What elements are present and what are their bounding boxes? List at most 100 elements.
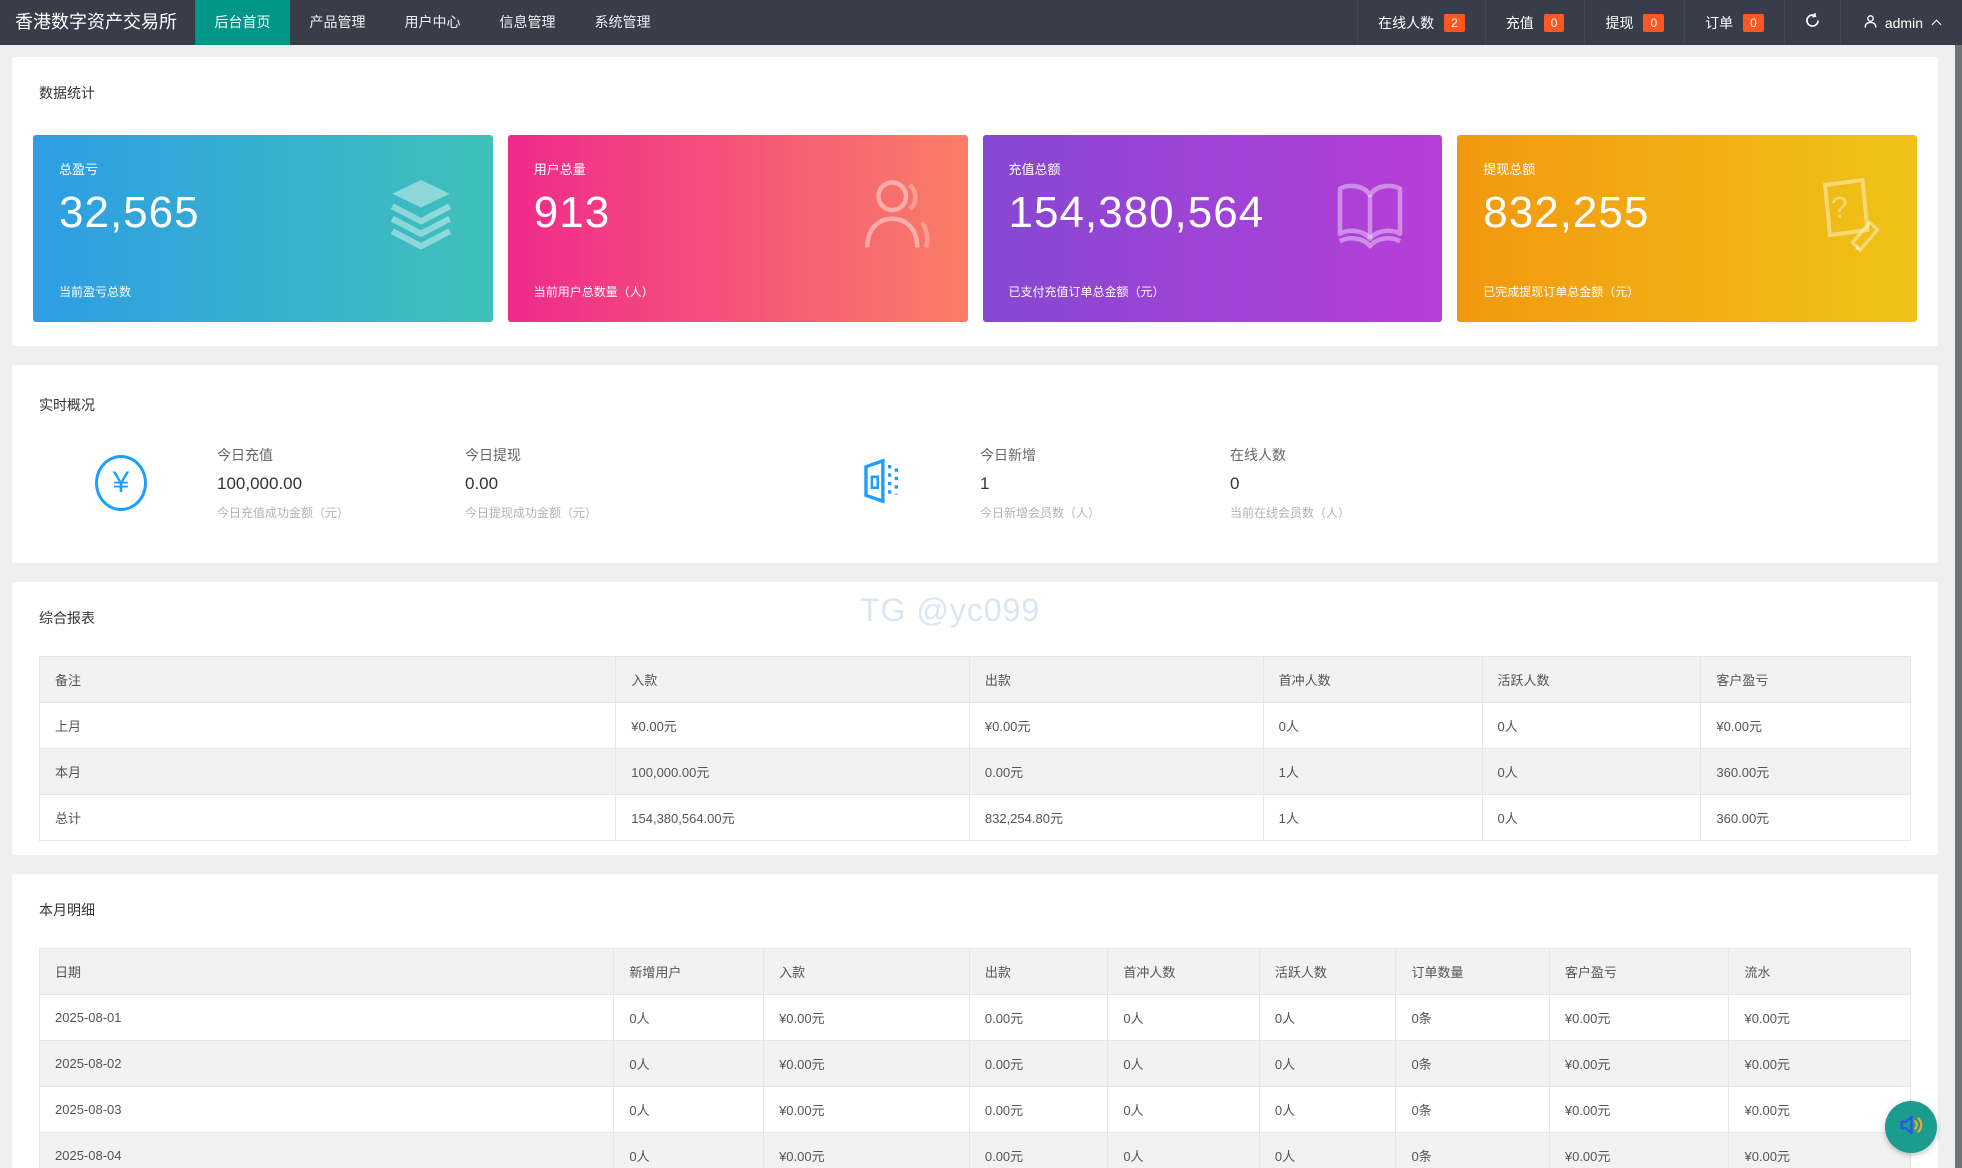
nav-item-4[interactable]: 信息管理 <box>480 0 575 45</box>
report-table-row: 本月 100,000.00元 0.00元 1人 0人 360.00元 <box>38 748 1911 795</box>
detail-column-header: 首冲人数 <box>1107 948 1260 995</box>
report-table-cell: 上月 <box>38 702 617 749</box>
nav-stat-label: 充值 <box>1505 14 1534 31</box>
report-table-row: 总计 154,380,564.00元 832,254.80元 1人 0人 360.00元 <box>38 794 1911 841</box>
detail-table-cell: 2025-08-02 <box>38 1040 615 1087</box>
stat-card-desc: 当前用户总数量（人） <box>533 285 654 299</box>
nav-stat-badge: 0 <box>1543 13 1565 32</box>
stat-card-desc: 已支付充值订单总金额（元） <box>1008 285 1165 299</box>
stat-card-4: 提现总额 832,255 已完成提现订单总金额（元）? <box>1457 135 1917 322</box>
overview-desc: 今日新增会员数（人） <box>980 506 1101 520</box>
detail-table-cell: 0人 <box>1107 1086 1260 1133</box>
detail-table-cell: ¥0.00元 <box>1548 1086 1730 1133</box>
report-table-cell: 154,380,564.00元 <box>615 794 970 841</box>
nav-stat-1[interactable]: 在线人数 2 <box>1357 0 1485 45</box>
detail-table-cell: ¥0.00元 <box>763 1086 970 1133</box>
nav-item-1[interactable]: 后台首页 <box>195 0 290 45</box>
username: admin <box>1884 14 1923 31</box>
stats-panel-title: 数据统计 <box>39 85 95 101</box>
overview-desc: 今日提现成功金额（元） <box>465 506 598 520</box>
detail-table: 日期 新增用户 入款 出款 首冲人数 活跃人数 订单数量 客户盈亏 流水 2025-08-01 0… <box>38 948 1911 1168</box>
brand-title: 香港数字资产交易所 <box>15 12 177 32</box>
overview-panel-title: 实时概况 <box>39 397 95 413</box>
detail-table-cell: 0条 <box>1395 1040 1550 1087</box>
detail-table-cell: 0.00元 <box>968 1132 1109 1168</box>
detail-column-header: 订单数量 <box>1395 948 1550 995</box>
overview-label: 今日充值 <box>217 447 273 463</box>
report-table-row: 上月 ¥0.00元 ¥0.00元 0人 0人 ¥0.00元 <box>38 702 1911 749</box>
detail-table-cell: ¥0.00元 <box>1728 1040 1911 1087</box>
report-table-cell: ¥0.00元 <box>1700 702 1911 749</box>
nav-stat-badge: 2 <box>1444 13 1465 32</box>
nav-stat-2[interactable]: 充值 0 <box>1484 0 1585 45</box>
chevron-up-icon <box>1931 19 1942 30</box>
detail-table-cell: 0人 <box>613 994 765 1041</box>
watermark: TG @yc099 <box>860 592 1041 628</box>
detail-column-header: 客户盈亏 <box>1548 948 1730 995</box>
report-column-header: 出款 <box>968 656 1264 703</box>
detail-table-row: 2025-08-03 0人 ¥0.00元 0.00元 0人 0人 0条 ¥0.00元 ¥0.00… <box>38 1086 1911 1133</box>
report-body: 上月 ¥0.00元 ¥0.00元 0人 0人 ¥0.00元 本月 100,000.00元 0.0… <box>38 702 1911 841</box>
report-table-cell: 0人 <box>1262 702 1483 749</box>
overview-item-4: 在线人数 0 当前在线会员数（人） <box>1230 445 1480 521</box>
detail-table-cell: 0.00元 <box>968 1040 1109 1087</box>
nav-item-3[interactable]: 用户中心 <box>385 0 480 45</box>
report-column-header: 客户盈亏 <box>1700 656 1911 703</box>
report-header-row: 备注 入款 出款 首冲人数 活跃人数 客户盈亏 <box>38 656 1911 703</box>
detail-table-cell: 0人 <box>1258 1040 1397 1087</box>
detail-table-cell: 0人 <box>1258 994 1397 1041</box>
overview-value: 1 <box>980 474 990 493</box>
refresh-icon <box>1804 12 1821 34</box>
report-panel: 综合报表 TG @yc099 备注 入款 出款 首冲人数 活跃人数 客户盈亏 上月 ¥0.0… <box>12 582 1938 855</box>
nav-stat-label: 订单 <box>1705 14 1734 31</box>
overview-label: 今日提现 <box>465 447 521 463</box>
report-table-cell: ¥0.00元 <box>615 702 970 749</box>
nav-stat-3[interactable]: 提现 0 <box>1584 0 1684 45</box>
detail-table-cell: 0人 <box>613 1132 765 1168</box>
detail-table-cell: 2025-08-01 <box>38 994 615 1041</box>
nav-item-5[interactable]: 系统管理 <box>575 0 670 45</box>
detail-table-cell: 2025-08-03 <box>38 1086 615 1133</box>
detail-table-cell: 0人 <box>613 1040 765 1087</box>
refresh-button[interactable] <box>1783 0 1840 45</box>
stat-card-2: 用户总量 913 当前用户总数量（人） <box>507 135 968 322</box>
detail-table-cell: ¥0.00元 <box>1728 1132 1911 1168</box>
stats-panel: 数据统计 总盈亏 32,565 当前盈亏总数 用户总量 913 当前用户总数量（人） 充值总… <box>12 57 1938 346</box>
overview-label: 今日新增 <box>980 447 1036 463</box>
detail-column-header: 新增用户 <box>613 948 765 995</box>
detail-table-cell: ¥0.00元 <box>1548 1040 1730 1087</box>
sound-fab-button[interactable] <box>1885 1101 1937 1153</box>
overview-value: 0 <box>1230 474 1240 493</box>
detail-table-cell: 0人 <box>1107 1040 1260 1087</box>
detail-column-header: 出款 <box>968 948 1109 995</box>
report-table-cell: 总计 <box>38 794 617 841</box>
user-menu[interactable]: admin <box>1839 0 1962 45</box>
report-table-cell: 360.00元 <box>1700 794 1911 841</box>
overview-item-2: 今日提现 0.00 今日提现成功金额（元） <box>465 445 713 521</box>
vertical-scrollbar[interactable] <box>1955 45 1962 1168</box>
overview-item-1: 今日充值 100,000.00 今日充值成功金额（元） <box>217 445 465 521</box>
report-column-header: 入款 <box>615 656 970 703</box>
detail-table-cell: ¥0.00元 <box>1548 1132 1730 1168</box>
layers-icon <box>381 175 461 255</box>
detail-table-cell: 0条 <box>1395 1086 1550 1133</box>
nav-stat-label: 提现 <box>1605 14 1634 31</box>
overview-value: 0.00 <box>465 474 499 493</box>
report-table-cell: 0人 <box>1481 794 1702 841</box>
nav-stat-label: 在线人数 <box>1378 14 1435 31</box>
detail-table-row: 2025-08-01 0人 ¥0.00元 0.00元 0人 0人 0条 ¥0.00元 ¥0.00… <box>38 994 1911 1041</box>
doc-edit-icon: ? <box>1805 175 1885 255</box>
report-table-cell: 1人 <box>1262 748 1483 795</box>
detail-column-header: 活跃人数 <box>1258 948 1397 995</box>
report-column-header: 首冲人数 <box>1262 656 1483 703</box>
detail-table-cell: ¥0.00元 <box>1548 994 1730 1041</box>
nav-stat-4[interactable]: 订单 0 <box>1684 0 1784 45</box>
building-icon <box>855 454 909 512</box>
detail-table-cell: 0人 <box>1258 1086 1397 1133</box>
nav-item-2[interactable]: 产品管理 <box>290 0 385 45</box>
report-table-cell: ¥0.00元 <box>968 702 1264 749</box>
detail-table-cell: ¥0.00元 <box>763 1040 970 1087</box>
detail-body: 2025-08-01 0人 ¥0.00元 0.00元 0人 0人 0条 ¥0.00元 ¥0.00… <box>38 994 1911 1168</box>
top-navbar: 香港数字资产交易所 后台首页 产品管理 用户中心 信息管理 系统管理 在线人数 2 充值 0 提… <box>0 0 1962 45</box>
detail-table-cell: 0人 <box>613 1086 765 1133</box>
